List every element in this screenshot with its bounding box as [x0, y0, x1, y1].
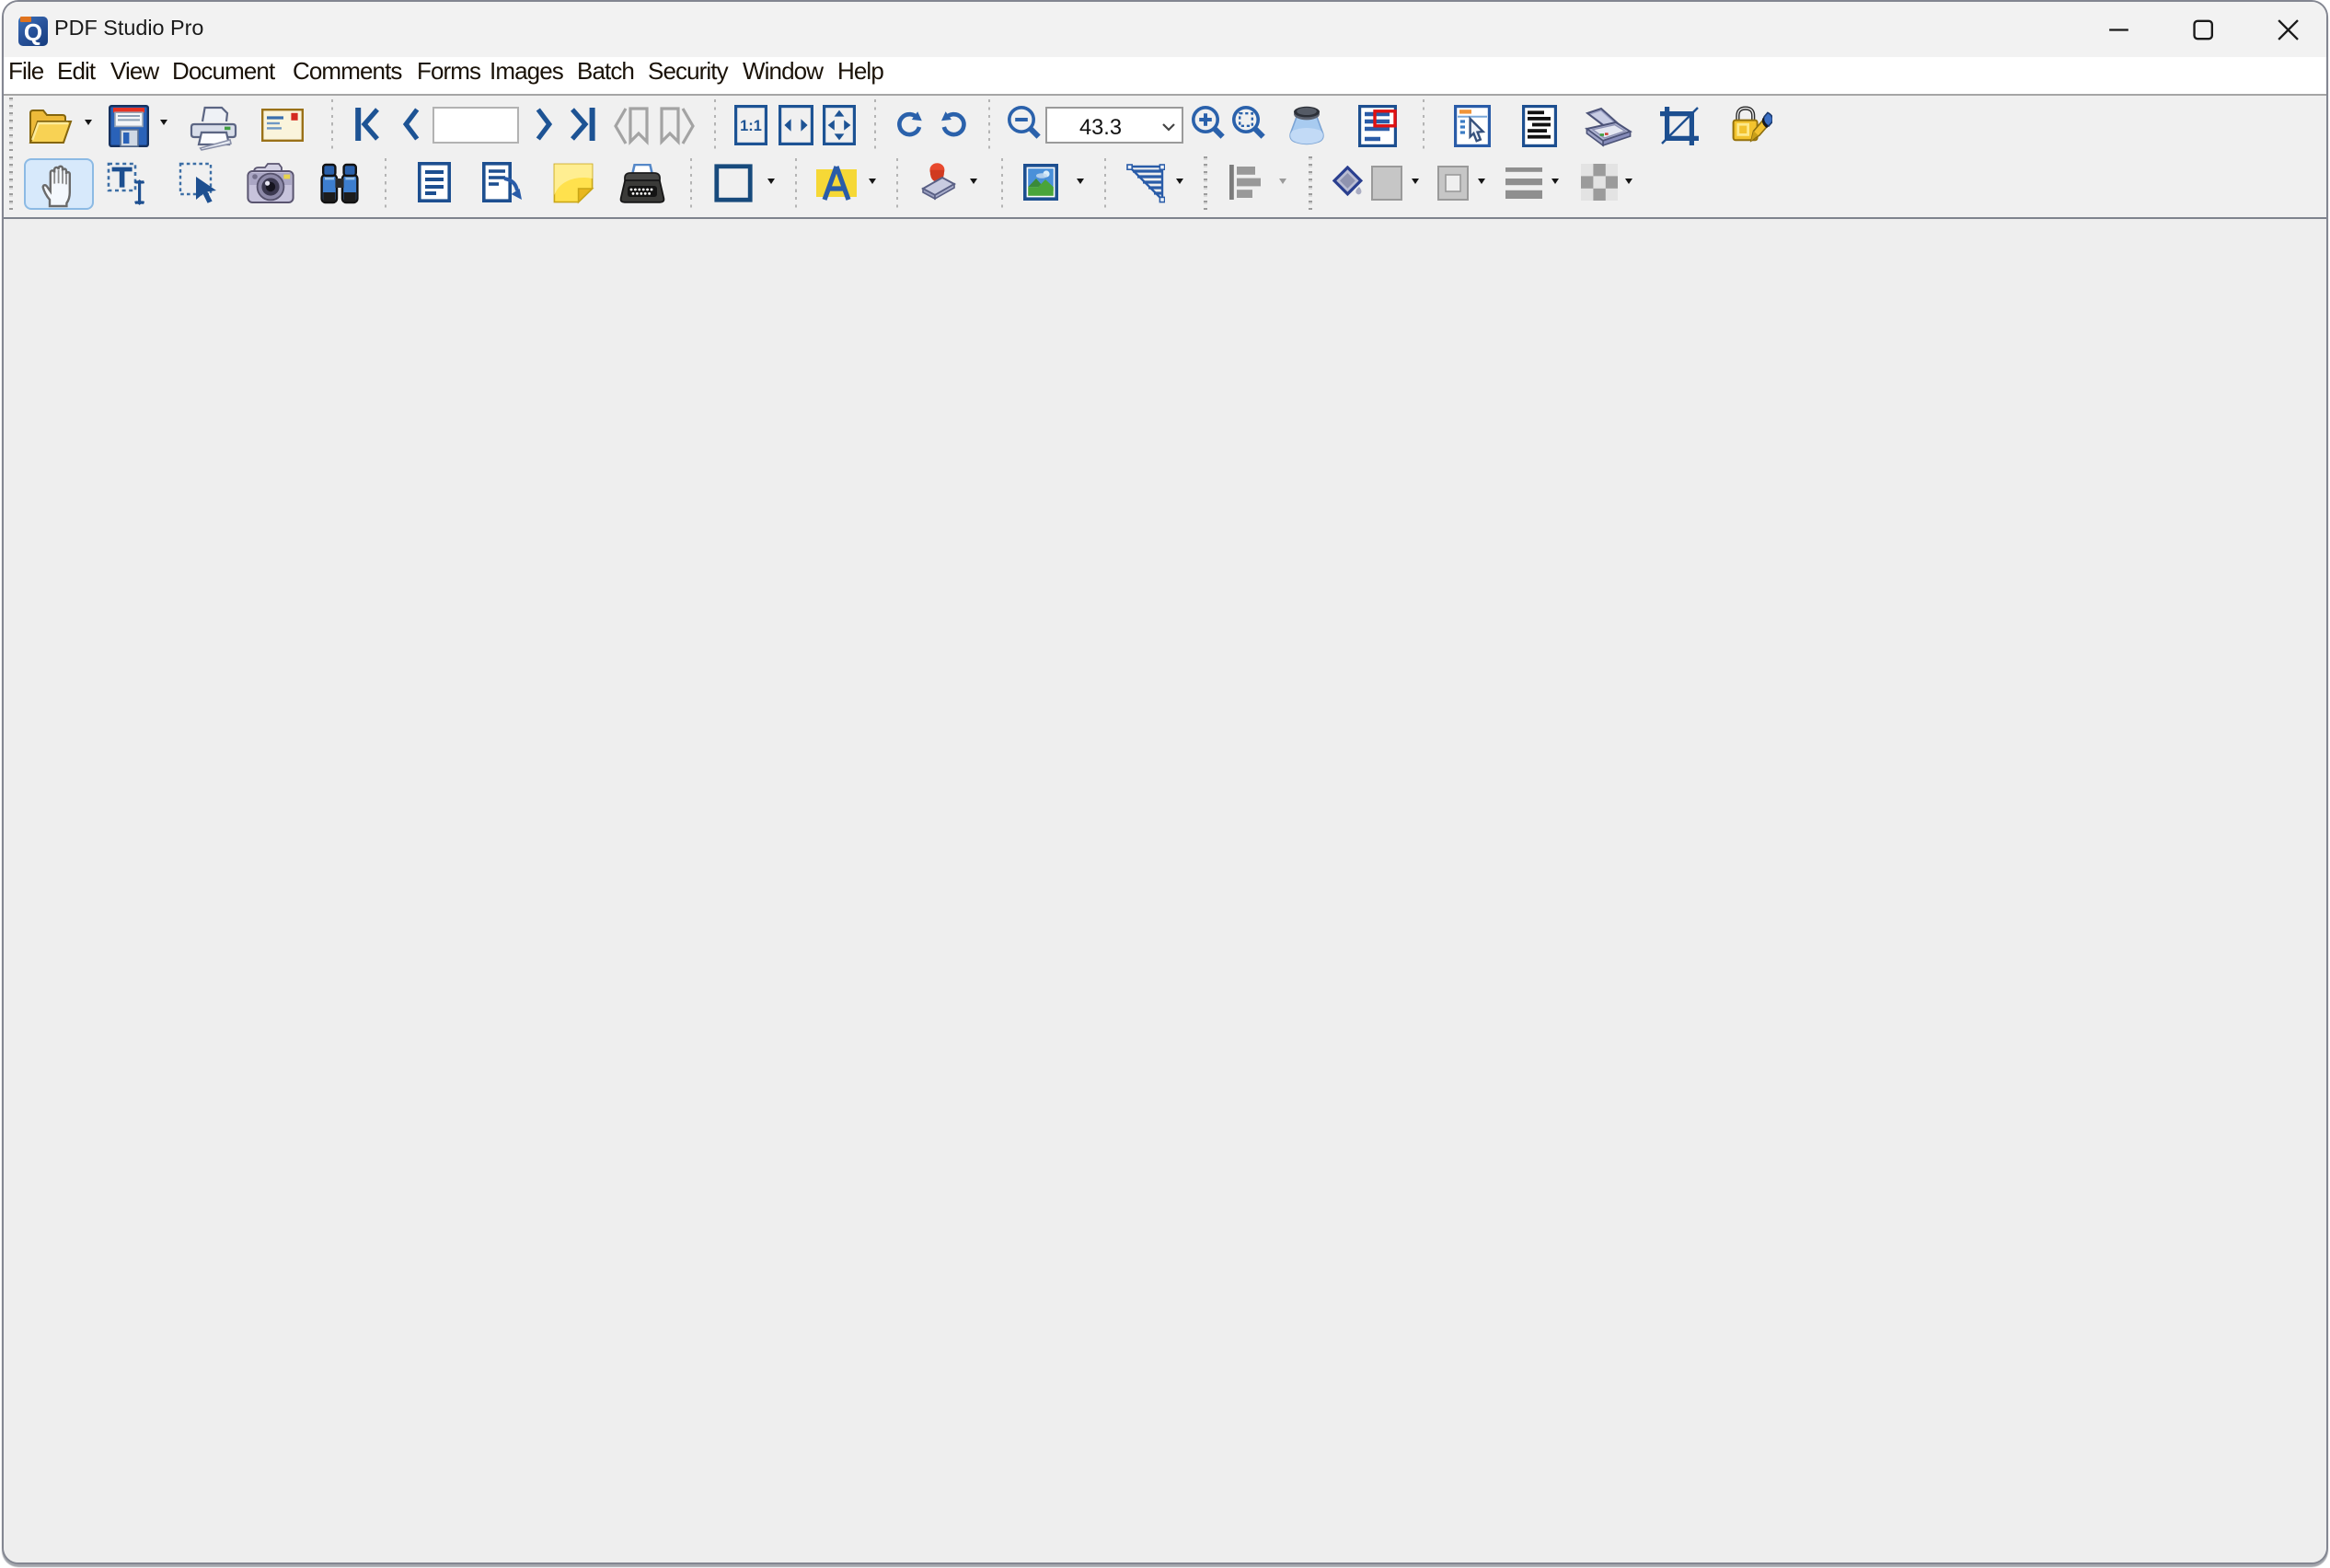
- svg-text:1:1: 1:1: [740, 118, 762, 134]
